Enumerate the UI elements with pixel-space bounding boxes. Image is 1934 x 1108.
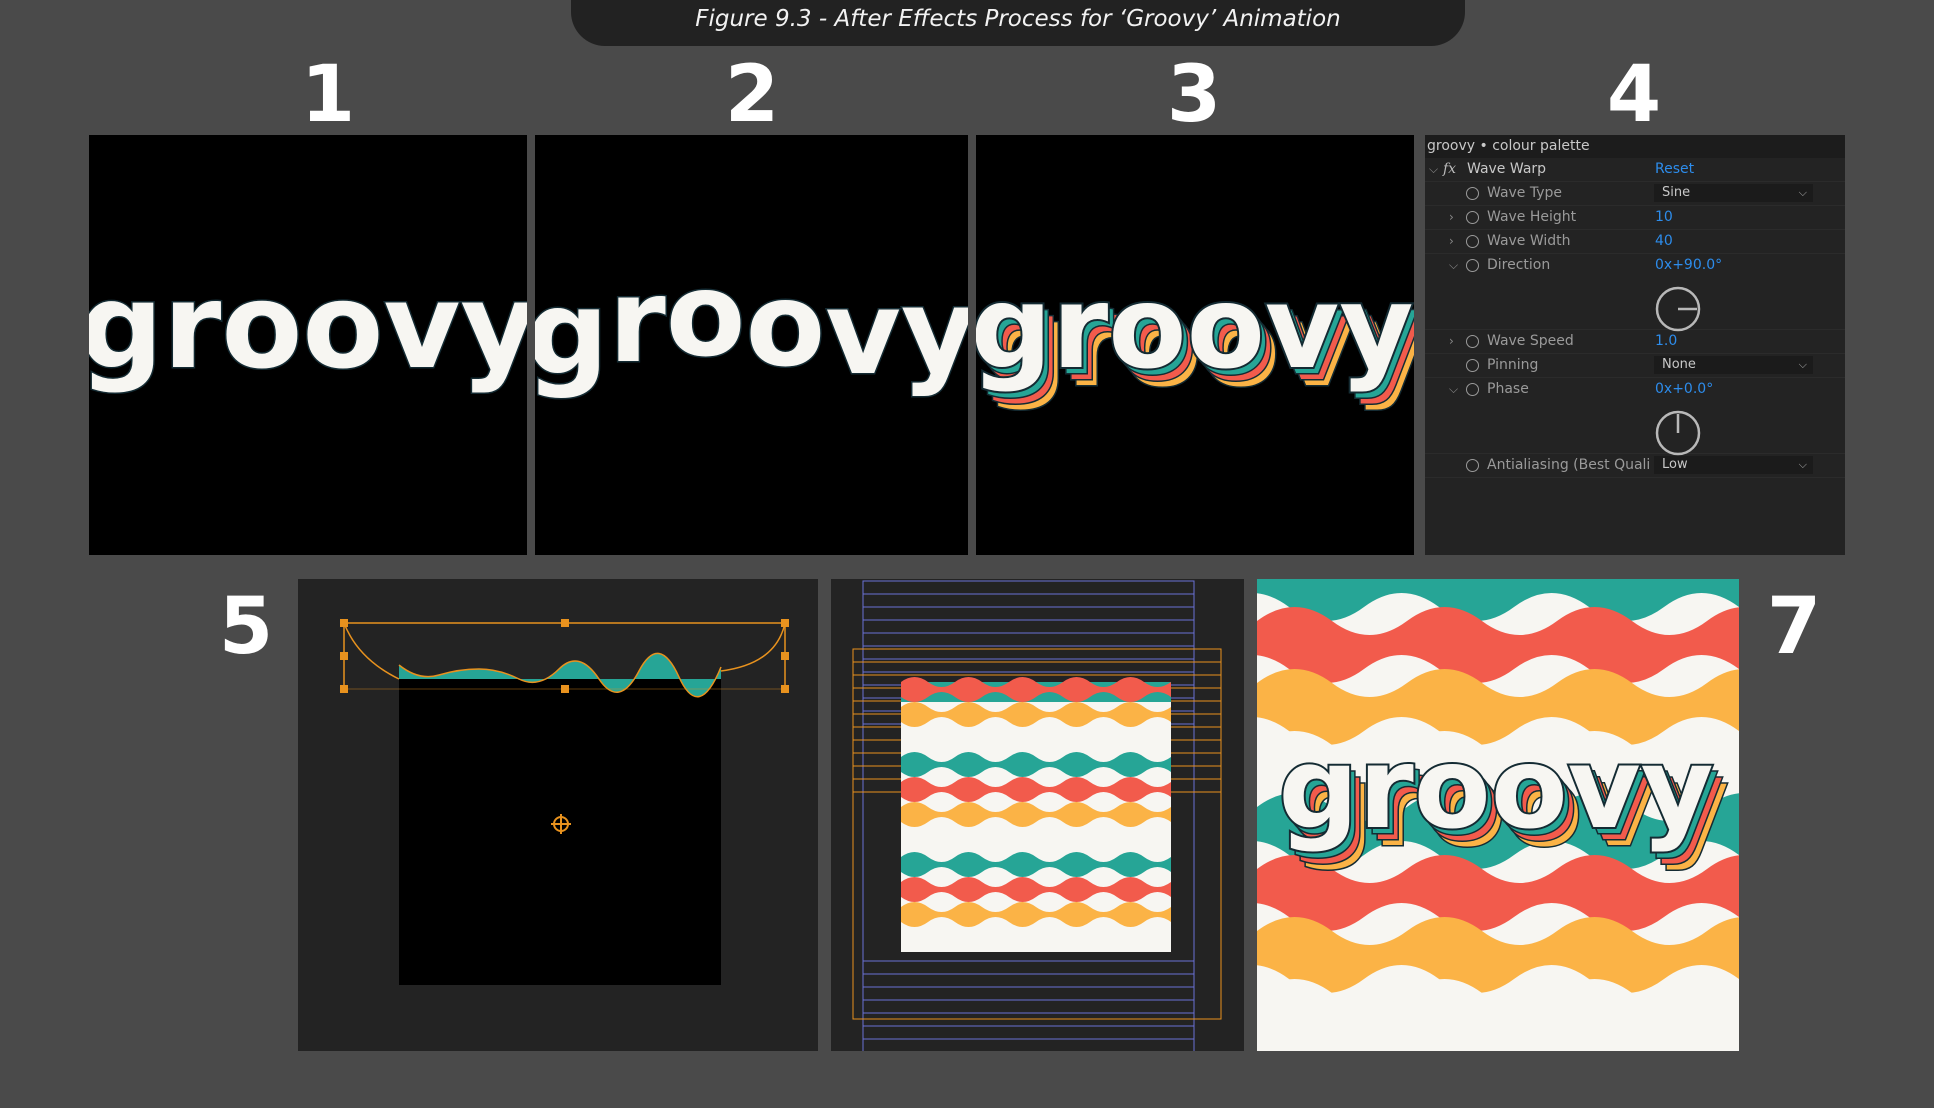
fx-icon[interactable]: fx (1443, 158, 1456, 181)
reset-link[interactable]: Reset (1655, 158, 1694, 181)
panel-step-6 (831, 579, 1244, 1051)
stopwatch-icon[interactable] (1466, 259, 1479, 272)
param-label: Wave Width (1487, 233, 1571, 249)
stopwatch-icon[interactable] (1466, 211, 1479, 224)
panel-step-2: groovy (535, 135, 968, 555)
caption-bar: Figure 9.3 - After Effects Process for ‘… (571, 0, 1465, 46)
step-number-7: 7 (1766, 582, 1822, 672)
wave-layer-comp (340, 619, 789, 985)
param-row-pinning: Pinning None ⌵ (1425, 354, 1845, 378)
param-label: Direction (1487, 257, 1551, 273)
pinning-dropdown[interactable]: None ⌵ (1654, 356, 1813, 374)
panel-step-3: groovy groovy groovy groovy (976, 135, 1414, 555)
stopwatch-icon[interactable] (1466, 459, 1479, 472)
groovy-text-layered: groovy groovy groovy groovy (976, 259, 1414, 414)
chevron-down-icon[interactable]: ⌵ (1429, 158, 1438, 181)
direction-angle-dial[interactable] (1654, 285, 1702, 333)
param-row-antialiasing: Antialiasing (Best Quali Low ⌵ (1425, 454, 1845, 478)
chevron-right-icon[interactable]: › (1449, 206, 1454, 229)
final-layer-front: groovy (1278, 724, 1713, 854)
param-label: Pinning (1487, 357, 1539, 373)
groovy-text-warped: groovy (535, 247, 968, 403)
dropdown-value: Sine (1662, 185, 1691, 200)
wave-type-dropdown[interactable]: Sine ⌵ (1654, 184, 1813, 202)
panel-step-5 (298, 579, 818, 1051)
step-number-5: 5 (218, 582, 274, 672)
panel-step-7: groovy groovy groovy groovy (1257, 579, 1739, 1051)
wave-width-value[interactable]: 40 (1655, 230, 1673, 253)
step-number-2: 2 (724, 50, 780, 140)
groovy-word: groovy (89, 257, 527, 395)
chevron-down-icon: ⌵ (1798, 458, 1807, 471)
phase-value[interactable]: 0x+0.0° (1655, 378, 1713, 401)
figure-caption: Figure 9.3 - After Effects Process for ‘… (695, 6, 1341, 32)
stacked-waves-comp (852, 580, 1222, 1051)
chevron-right-icon[interactable]: › (1449, 330, 1454, 353)
dropdown-value: None (1662, 357, 1696, 372)
antialiasing-dropdown[interactable]: Low ⌵ (1654, 456, 1813, 474)
effect-name: Wave Warp (1467, 161, 1547, 177)
param-row-wave-speed: › Wave Speed 1.0 (1425, 330, 1845, 354)
effect-controls-panel: groovy • colour palette ⌵ fx Wave Warp R… (1425, 135, 1845, 555)
final-wave-band (1257, 579, 1739, 621)
chevron-down-icon[interactable]: ⌵ (1449, 378, 1458, 401)
chevron-down-icon[interactable]: ⌵ (1449, 254, 1458, 277)
effect-controls-header: groovy • colour palette (1425, 135, 1845, 158)
step-number-3: 3 (1166, 50, 1222, 140)
phase-angle-dial[interactable] (1654, 409, 1702, 457)
groovy-word-warped: groovy (535, 248, 968, 401)
param-row-wave-height: › Wave Height 10 (1425, 206, 1845, 230)
stopwatch-icon[interactable] (1466, 335, 1479, 348)
param-row-phase: ⌵ Phase 0x+0.0° (1425, 378, 1845, 457)
stopwatch-icon[interactable] (1466, 187, 1479, 200)
final-groovy-render: groovy groovy groovy groovy (1257, 579, 1739, 1051)
direction-value[interactable]: 0x+90.0° (1655, 254, 1722, 277)
param-row-wave-width: › Wave Width 40 (1425, 230, 1845, 254)
param-label: Wave Type (1487, 185, 1563, 201)
wave-height-value[interactable]: 10 (1655, 206, 1673, 229)
wave-speed-value[interactable]: 1.0 (1655, 330, 1677, 353)
param-label: Wave Height (1487, 209, 1577, 225)
stopwatch-icon[interactable] (1466, 359, 1479, 372)
dropdown-value: Low (1662, 457, 1688, 472)
chevron-down-icon: ⌵ (1798, 358, 1807, 371)
step-number-1: 1 (300, 50, 356, 140)
stopwatch-icon[interactable] (1466, 383, 1479, 396)
step-number-4: 4 (1606, 50, 1662, 140)
effect-row-wave-warp[interactable]: ⌵ fx Wave Warp Reset (1425, 158, 1845, 182)
stopwatch-icon[interactable] (1466, 235, 1479, 248)
param-label: Phase (1487, 381, 1529, 397)
param-label: Antialiasing (Best Quali (1487, 457, 1651, 473)
chevron-down-icon: ⌵ (1798, 186, 1807, 199)
panel-step-1: groovy (89, 135, 527, 555)
param-row-wave-type: Wave Type Sine ⌵ (1425, 182, 1845, 206)
param-row-direction: ⌵ Direction 0x+90.0° (1425, 254, 1845, 333)
param-label: Wave Speed (1487, 333, 1574, 349)
chevron-right-icon[interactable]: › (1449, 230, 1454, 253)
groovy-layer-front: groovy (976, 261, 1414, 394)
groovy-text-plain: groovy (89, 256, 527, 397)
